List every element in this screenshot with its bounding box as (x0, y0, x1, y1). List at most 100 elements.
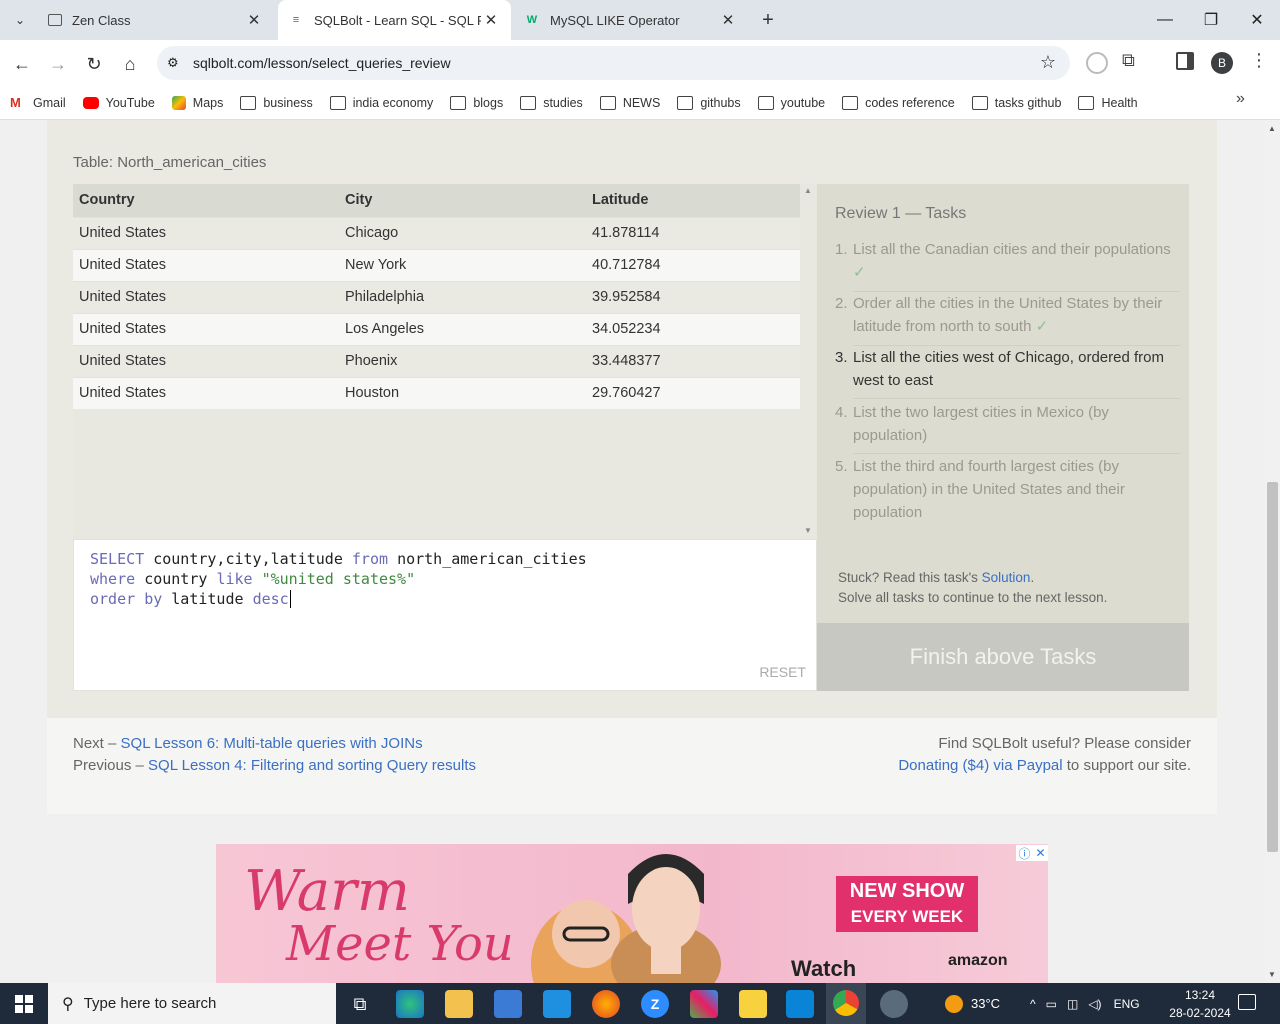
sticky-notes-icon[interactable] (739, 990, 767, 1018)
table-cell: Los Angeles (339, 312, 586, 345)
ad-banner[interactable]: Warm Meet You NEW SHOW EVERY WEEK Watch a… (216, 844, 1048, 983)
edge-icon[interactable] (396, 990, 424, 1018)
badge-line: NEW SHOW (849, 880, 965, 902)
bookmark-folder[interactable]: india economy (329, 95, 433, 110)
sun-icon (945, 994, 963, 1013)
taskbar-search[interactable]: ⚲ Type here to search (48, 983, 336, 1024)
address-bar[interactable]: ⚙ sqlbolt.com/lesson/select_queries_revi… (157, 46, 1070, 80)
paint-icon[interactable] (880, 990, 908, 1018)
donate-link[interactable]: Donating ($4) via Paypal (898, 757, 1062, 774)
more-bookmarks-chevron-icon[interactable]: » (1236, 90, 1245, 108)
bookmark-folder[interactable]: studies (520, 95, 583, 110)
bookmark-label: codes reference (865, 95, 955, 110)
task-number: 2. (835, 295, 848, 312)
restore-icon[interactable]: ❐ (1188, 0, 1234, 40)
clock[interactable]: 13:24 28-02-2024 (1160, 986, 1240, 1022)
results-table-container: Country City Latitude United States Chica… (73, 184, 817, 539)
task-view-icon[interactable]: ⧉ (346, 990, 374, 1018)
scroll-down-arrow-icon[interactable]: ▼ (804, 526, 812, 535)
network-icon[interactable]: ▭ (1046, 997, 1057, 1011)
close-tab-icon[interactable]: ✕ (718, 11, 738, 29)
side-panel-icon[interactable] (1176, 52, 1194, 70)
bookmark-folder[interactable]: Health (1078, 95, 1138, 110)
finish-tasks-button[interactable]: Finish above Tasks (817, 623, 1189, 691)
close-tab-icon[interactable]: ✕ (244, 11, 264, 29)
back-icon[interactable]: ← (8, 50, 36, 78)
zoom-icon[interactable]: Z (641, 990, 669, 1018)
chrome-taskbar-active[interactable] (826, 983, 866, 1024)
ad-info-icon[interactable]: ⓘ (1018, 845, 1030, 862)
weather-widget[interactable]: 33°C (945, 983, 1000, 1024)
tab-mysql-like[interactable]: W MySQL LIKE Operator ✕ (514, 0, 748, 40)
notifications-icon[interactable] (1238, 994, 1256, 1010)
tab-zen-class[interactable]: Zen Class ✕ (38, 0, 274, 40)
extension-icon[interactable] (1086, 52, 1108, 74)
close-tab-icon[interactable]: ✕ (481, 11, 501, 29)
bookmark-folder[interactable]: blogs (450, 95, 504, 110)
scroll-up-icon[interactable]: ▲ (1268, 124, 1276, 133)
task-text: List the third and fourth largest cities… (853, 458, 1125, 521)
volume-icon[interactable]: ◁) (1088, 997, 1101, 1011)
bookmark-maps[interactable]: Maps (171, 95, 223, 110)
bookmark-gmail[interactable]: M Gmail (10, 95, 66, 110)
sql-keyword: like (216, 570, 253, 588)
table-scrollbar[interactable]: ▲ ▼ (800, 184, 817, 539)
tab-sqlbolt[interactable]: ≡ SQLBolt - Learn SQL - SQL Revi ✕ (278, 0, 511, 40)
stuck-text: Stuck? Read this task's (838, 570, 982, 585)
sql-keyword: desc (252, 590, 289, 608)
table-cell: 39.952584 (586, 280, 800, 313)
query-line: SELECT country,city,latitude from north_… (90, 550, 587, 568)
bookmarks-bar: M Gmail YouTube Maps business india econo… (0, 86, 1280, 120)
task-number: 5. (835, 458, 848, 475)
menu-kebab-icon[interactable]: ⋮ (1250, 50, 1268, 71)
tab-search-icon[interactable]: ⌄ (8, 8, 32, 32)
solution-link[interactable]: Solution (982, 570, 1031, 585)
bookmark-folder[interactable]: business (240, 95, 313, 110)
profile-avatar[interactable]: B (1211, 52, 1233, 74)
wifi-icon[interactable]: ◫ (1067, 997, 1078, 1011)
table-cell: 29.760427 (586, 376, 800, 409)
ad-controls: ⓘ ✕ (1016, 845, 1048, 861)
bookmark-folder[interactable]: tasks github (971, 95, 1061, 110)
close-window-icon[interactable]: ✕ (1234, 0, 1280, 40)
divider (853, 398, 1180, 399)
bookmark-label: blogs (473, 95, 504, 110)
bookmark-folder[interactable]: NEWS (599, 95, 660, 110)
vscode-icon[interactable] (786, 990, 814, 1018)
reload-icon[interactable]: ↻ (80, 50, 108, 78)
scroll-up-arrow-icon[interactable]: ▲ (804, 186, 812, 195)
search-icon: ⚲ (62, 995, 74, 1013)
home-icon[interactable]: ⌂ (116, 50, 144, 78)
sql-query-editor[interactable]: SELECT country,city,latitude from north_… (73, 539, 817, 691)
query-code[interactable]: SELECT country,city,latitude from north_… (90, 549, 587, 609)
table-cell: Phoenix (339, 344, 586, 377)
scroll-down-icon[interactable]: ▼ (1268, 970, 1276, 979)
bookmark-folder[interactable]: codes reference (842, 95, 955, 110)
file-explorer-icon[interactable] (445, 990, 473, 1018)
show-hidden-icons-icon[interactable]: ^ (1030, 997, 1036, 1011)
mail-icon[interactable] (543, 990, 571, 1018)
extensions-puzzle-icon[interactable]: ⧉ (1122, 50, 1135, 71)
new-tab-icon[interactable]: + (756, 8, 780, 32)
previous-lesson-link[interactable]: SQL Lesson 4: Filtering and sorting Quer… (148, 757, 476, 774)
store-icon[interactable] (494, 990, 522, 1018)
reset-button[interactable]: RESET (759, 664, 806, 680)
firefox-icon[interactable] (592, 990, 620, 1018)
bookmark-folder[interactable]: githubs (677, 95, 741, 110)
table-cell: United States (73, 376, 339, 409)
minimize-icon[interactable]: — (1142, 0, 1188, 40)
table-cell: New York (339, 248, 586, 281)
language-indicator[interactable]: ENG (1114, 997, 1140, 1011)
start-button[interactable] (0, 983, 48, 1024)
next-lesson-link[interactable]: SQL Lesson 6: Multi-table queries with J… (121, 735, 423, 752)
bookmark-star-icon[interactable]: ☆ (1040, 52, 1056, 73)
page-scrollbar-thumb[interactable] (1267, 482, 1278, 852)
ad-close-icon[interactable]: ✕ (1035, 846, 1045, 860)
bookmark-folder[interactable]: youtube (757, 95, 825, 110)
site-info-icon[interactable]: ⚙ (167, 55, 179, 71)
bookmark-youtube[interactable]: YouTube (82, 96, 155, 110)
git-app-icon[interactable] (690, 990, 718, 1018)
forward-icon[interactable]: → (44, 50, 72, 78)
